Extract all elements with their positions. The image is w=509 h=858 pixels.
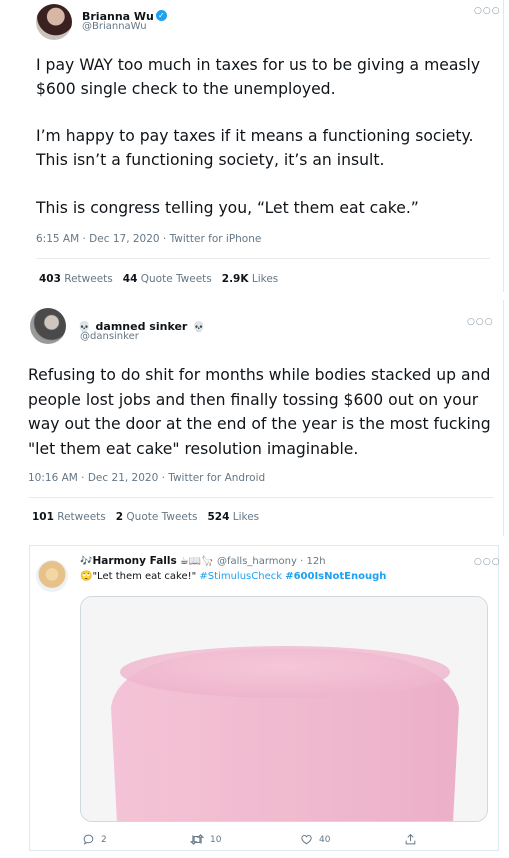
tweet-text-para3: This is congress telling you, “Let them …: [36, 199, 419, 217]
tweet-time[interactable]: 12h: [306, 556, 325, 567]
reply-button[interactable]: 2: [82, 833, 107, 846]
more-options-icon[interactable]: ○○○: [474, 557, 501, 567]
tweet-text-para2: I’m happy to pay taxes if it means a fun…: [36, 127, 474, 169]
tweet-timestamp[interactable]: 10:16 AM · Dec 21, 2020 · Twitter for An…: [28, 472, 265, 484]
tweet-card-dansinker[interactable]: 💀 damned sinker 💀 @dansinker ○○○ Refusin…: [22, 300, 504, 536]
retweets-stat[interactable]: 403 Retweets: [39, 273, 113, 285]
like-button[interactable]: 40: [300, 833, 330, 846]
likes-stat[interactable]: 2.9K Likes: [222, 273, 279, 285]
tweet-timestamp[interactable]: 6:15 AM · Dec 17, 2020 · Twitter for iPh…: [36, 233, 261, 245]
music-notes-icon: 🎶: [80, 556, 93, 567]
hashtag-stimuluscheck[interactable]: #StimulusCheck: [199, 571, 282, 582]
tweet-text: Refusing to do shit for months while bod…: [28, 366, 491, 458]
skull-emoji-icon: 💀: [192, 322, 205, 333]
tweet-quote-text: "Let them eat cake!": [92, 571, 197, 582]
avatar-falls-harmony[interactable]: [36, 560, 68, 592]
divider: [28, 497, 494, 498]
likes-stat[interactable]: 524 Likes: [207, 511, 259, 523]
heart-icon: [301, 834, 312, 845]
engagement-stats: 403 Retweets 44 Quote Tweets 2.9K Likes: [39, 273, 278, 285]
tweet-media-image[interactable]: [80, 596, 488, 822]
retweet-button[interactable]: 10: [190, 833, 221, 846]
retweet-count: 10: [210, 834, 222, 845]
quote-tweets-stat[interactable]: 2 Quote Tweets: [116, 511, 198, 523]
divider: [36, 258, 490, 259]
reply-icon: [83, 834, 94, 845]
share-icon: [405, 833, 416, 845]
name-emojis: ☕📖🦙: [179, 556, 214, 567]
more-options-icon[interactable]: ○○○: [467, 317, 494, 327]
author-handle[interactable]: @dansinker: [80, 331, 139, 342]
engagement-stats: 101 Retweets 2 Quote Tweets 524 Likes: [32, 511, 259, 523]
retweet-icon: [190, 834, 204, 845]
hashtag-600isnotenough[interactable]: #600IsNotEnough: [285, 571, 386, 582]
tweet-text: 🙄"Let them eat cake!" #StimulusCheck #60…: [80, 571, 386, 582]
author-handle[interactable]: @BriannaWu: [82, 21, 147, 32]
avatar-dansinker[interactable]: [30, 308, 66, 344]
author-name[interactable]: Harmony Falls: [92, 555, 176, 567]
share-button[interactable]: [404, 833, 417, 846]
verified-badge-icon: ✓: [155, 10, 167, 21]
reply-count: 2: [101, 834, 107, 845]
cake-image: [81, 597, 487, 821]
avatar-briannawu[interactable]: [36, 4, 72, 40]
author-handle[interactable]: @falls_harmony: [217, 556, 297, 567]
retweets-stat[interactable]: 101 Retweets: [32, 511, 106, 523]
quote-tweets-stat[interactable]: 44 Quote Tweets: [123, 273, 212, 285]
eye-roll-emoji-icon: 🙄: [80, 571, 93, 582]
tweet-text-para1: I pay WAY too much in taxes for us to be…: [36, 56, 481, 98]
like-count: 40: [319, 834, 331, 845]
more-options-icon[interactable]: ○○○: [474, 6, 501, 16]
tweet-card-falls-harmony[interactable]: 🎶Harmony Falls ☕📖🦙 @falls_harmony · 12h …: [29, 545, 501, 851]
separator-dot: ·: [300, 556, 304, 567]
tweet-card-briannawu[interactable]: Brianna Wu ✓ @BriannaWu ○○○ I pay WAY too…: [22, 0, 504, 292]
